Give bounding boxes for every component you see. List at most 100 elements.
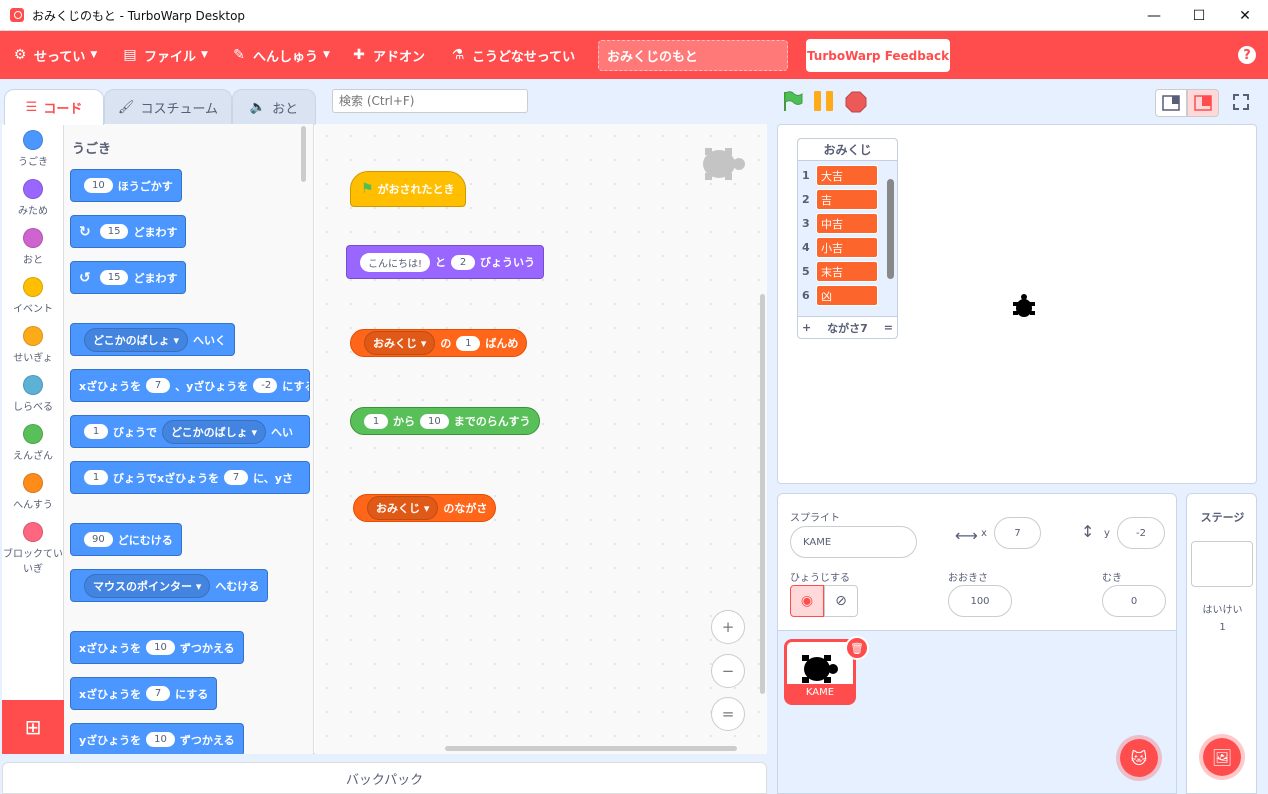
- block-turn-right[interactable]: ↻ 15 どまわす: [70, 215, 187, 248]
- block-dropdown[interactable]: おみくじ ▾: [367, 496, 439, 520]
- block-set-x[interactable]: xざひょうを 7 にする: [70, 677, 218, 710]
- list-scrollbar[interactable]: [887, 167, 894, 313]
- block-dropdown[interactable]: どこかのばしょ ▾: [84, 327, 189, 352]
- stage-thumbnail[interactable]: [1191, 541, 1253, 587]
- block-input[interactable]: 1: [456, 335, 481, 351]
- scripts-workspace[interactable]: ⚑ がおされたとき こんにちは! と 2 びょういう おみくじ ▾ の 1 ばんめ 1 から 10…: [315, 124, 767, 754]
- sprite-tile-kame[interactable]: KAME 🗑: [784, 636, 869, 705]
- category-sound[interactable]: おと: [2, 228, 64, 266]
- workspace-vertical-scrollbar[interactable]: [760, 294, 765, 694]
- help-icon[interactable]: ?: [1238, 46, 1256, 64]
- block-dropdown[interactable]: マウスのポインター ▾: [84, 573, 211, 598]
- list-monitor[interactable]: おみくじ 1 大吉 2吉 3 中吉 4 小吉 5 末吉 6凶 + ながさ7 =: [797, 138, 898, 339]
- feedback-button[interactable]: TurboWarp Feedback: [806, 39, 950, 72]
- block-input[interactable]: 10: [84, 178, 113, 193]
- category-sensing[interactable]: しらべる: [2, 375, 64, 413]
- size-input[interactable]: 100: [948, 585, 1012, 617]
- list-item[interactable]: 2吉: [802, 188, 878, 210]
- y-position-input[interactable]: -2: [1117, 517, 1165, 549]
- zoom-out-button[interactable]: −: [711, 654, 745, 688]
- block-glide-xy[interactable]: 1 びょうでxざひょうを 7 に、yさ: [70, 461, 310, 494]
- block-change-y[interactable]: yざひょうを 10 ずつかえる: [70, 723, 244, 754]
- list-scrollbar-thumb[interactable]: [887, 179, 894, 279]
- delete-sprite-button[interactable]: 🗑: [845, 636, 869, 660]
- block-glide-to[interactable]: 1 びょうで どこかのばしょ ▾ へい: [70, 415, 310, 448]
- block-point-towards[interactable]: マウスのポインター ▾ へむける: [70, 569, 269, 602]
- add-backdrop-button[interactable]: 🖼: [1199, 734, 1245, 780]
- block-length-of-list[interactable]: おみくじ ▾ のながさ: [353, 494, 497, 522]
- block-input[interactable]: 10: [146, 732, 175, 747]
- stage-selector[interactable]: ステージ はいけい 1 🖼: [1186, 493, 1257, 794]
- category-looks[interactable]: みため: [2, 179, 64, 217]
- block-goto[interactable]: どこかのばしょ ▾ へいく: [70, 323, 236, 356]
- pause-button[interactable]: [813, 91, 835, 111]
- block-when-flag-clicked[interactable]: ⚑ がおされたとき: [350, 171, 466, 207]
- hide-sprite-button[interactable]: ⊘: [824, 585, 858, 617]
- backpack[interactable]: バックパック: [2, 762, 767, 794]
- block-input[interactable]: 7: [146, 686, 171, 701]
- block-input[interactable]: 90: [84, 532, 113, 547]
- small-stage-button[interactable]: [1155, 89, 1187, 117]
- minimize-button[interactable]: —: [1131, 0, 1177, 31]
- direction-input[interactable]: 0: [1102, 585, 1166, 617]
- x-position-input[interactable]: 7: [994, 517, 1041, 549]
- block-input[interactable]: 1: [84, 470, 108, 485]
- menu-advanced[interactable]: ⚗ こうどなせってい: [450, 31, 575, 79]
- block-input[interactable]: 7: [224, 470, 249, 485]
- green-flag-button[interactable]: [781, 90, 803, 112]
- block-move-steps[interactable]: 10 ほうごかす: [70, 169, 182, 202]
- list-resize-handle[interactable]: =: [884, 321, 893, 334]
- block-pick-random[interactable]: 1 から 10 までのらんすう: [350, 407, 540, 435]
- block-input[interactable]: 10: [146, 640, 175, 655]
- list-value[interactable]: 末吉: [816, 260, 878, 282]
- close-window-button[interactable]: ✕: [1222, 0, 1268, 31]
- block-point-direction[interactable]: 90 どにむける: [70, 523, 182, 556]
- block-say-for-secs[interactable]: こんにちは! と 2 びょういう: [346, 245, 545, 279]
- menu-edit[interactable]: ✎ へんしゅう ▼: [231, 31, 330, 79]
- block-input[interactable]: 1: [84, 424, 108, 439]
- block-dropdown[interactable]: どこかのばしょ ▾: [162, 419, 267, 444]
- list-item[interactable]: 5 末吉: [802, 260, 878, 282]
- fullscreen-button[interactable]: [1230, 91, 1252, 113]
- tab-costumes[interactable]: 🖌 コスチューム: [104, 89, 232, 125]
- search-input[interactable]: [332, 89, 528, 113]
- block-input[interactable]: 15: [99, 224, 129, 239]
- tab-sounds[interactable]: 🔈 おと: [232, 89, 316, 125]
- list-value[interactable]: 小吉: [816, 236, 878, 258]
- category-control[interactable]: せいぎょ: [2, 326, 64, 364]
- list-item[interactable]: 1 大吉: [802, 164, 878, 186]
- stage-sprite-kame[interactable]: [1013, 294, 1035, 320]
- stop-button[interactable]: [845, 91, 867, 113]
- block-dropdown[interactable]: おみくじ ▾: [364, 331, 436, 355]
- menu-file[interactable]: ▤ ファイル ▼: [122, 31, 208, 79]
- sprite-name-input[interactable]: [790, 526, 917, 558]
- block-input[interactable]: 1: [364, 413, 388, 429]
- block-turn-left[interactable]: ↺ 15 どまわす: [70, 261, 187, 294]
- list-value[interactable]: 中吉: [816, 212, 878, 234]
- block-input[interactable]: 2: [451, 254, 476, 270]
- list-add-button[interactable]: +: [802, 321, 811, 334]
- block-input[interactable]: こんにちは!: [360, 252, 431, 272]
- block-input[interactable]: 15: [99, 270, 129, 285]
- palette-scrollbar[interactable]: [301, 126, 306, 182]
- category-motion[interactable]: うごき: [2, 130, 64, 168]
- list-item[interactable]: 6凶: [802, 284, 878, 306]
- list-item[interactable]: 3 中吉: [802, 212, 878, 234]
- add-extension-button[interactable]: ⊞: [2, 700, 64, 754]
- block-input[interactable]: -2: [253, 378, 278, 393]
- zoom-in-button[interactable]: +: [711, 610, 745, 644]
- add-sprite-button[interactable]: 🐱: [1116, 735, 1162, 781]
- block-input[interactable]: 7: [146, 378, 171, 393]
- category-variables[interactable]: へんすう: [2, 473, 64, 511]
- workspace-horizontal-scrollbar[interactable]: [445, 746, 737, 751]
- list-value[interactable]: 凶: [816, 284, 878, 306]
- list-value[interactable]: 大吉: [816, 164, 878, 186]
- zoom-reset-button[interactable]: =: [711, 697, 745, 731]
- category-my-blocks[interactable]: ブロックてい いぎ: [2, 522, 64, 575]
- show-sprite-button[interactable]: ◉: [790, 585, 824, 617]
- project-title-input[interactable]: [598, 40, 788, 71]
- stage[interactable]: おみくじ 1 大吉 2吉 3 中吉 4 小吉 5 末吉 6凶 + ながさ7 =: [777, 124, 1257, 484]
- large-stage-button[interactable]: [1187, 89, 1219, 117]
- tab-code[interactable]: ☰ コード: [4, 89, 104, 125]
- category-events[interactable]: イベント: [2, 277, 64, 315]
